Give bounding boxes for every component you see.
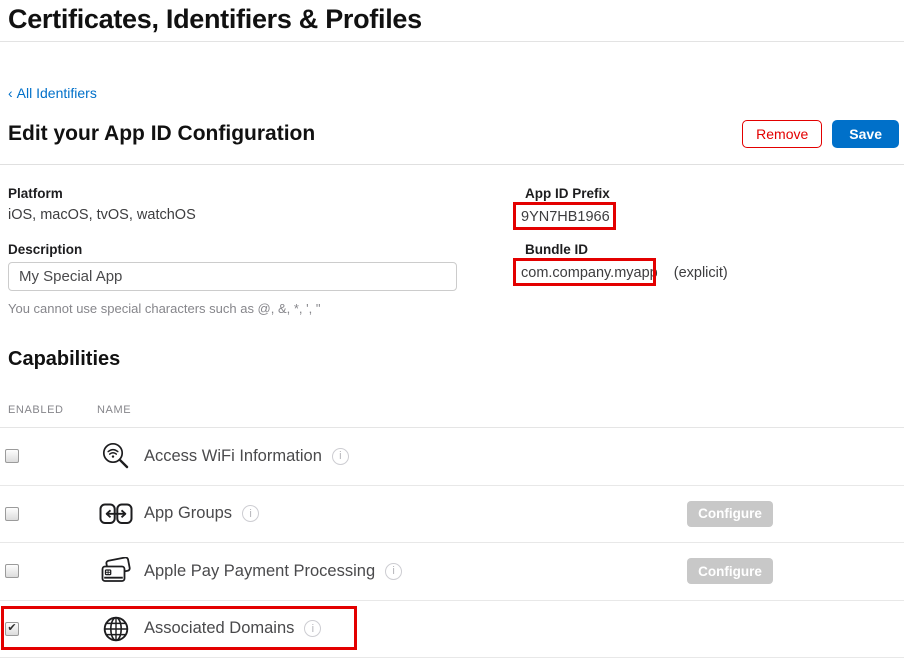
table-row-associated-domains: Associated Domains i <box>0 601 904 659</box>
divider <box>0 41 904 42</box>
capabilities-table: Access WiFi Information i App Groups i C… <box>0 428 904 658</box>
capability-label: Access WiFi Information <box>144 447 322 466</box>
table-row-apple-pay-payment-processing: Apple Pay Payment Processing i Configure <box>0 543 904 601</box>
description-help-text: You cannot use special characters such a… <box>8 301 320 316</box>
divider <box>0 164 904 165</box>
table-row-access-wifi-information: Access WiFi Information i <box>0 428 904 486</box>
description-label: Description <box>8 242 82 257</box>
enabled-checkbox[interactable] <box>5 449 19 463</box>
wifi-search-icon <box>97 441 135 471</box>
capability-label: App Groups <box>144 504 232 523</box>
payment-cards-icon <box>97 557 135 585</box>
section-heading: Edit your App ID Configuration <box>8 122 315 146</box>
description-input[interactable] <box>8 262 457 291</box>
bundle-id-label: Bundle ID <box>525 242 588 257</box>
bundle-id-value: com.company.myapp <box>521 265 658 281</box>
bundle-id-row: com.company.myapp (explicit) <box>521 265 728 281</box>
section-header: Edit your App ID Configuration Remove Sa… <box>8 116 899 152</box>
capability-label: Apple Pay Payment Processing <box>144 562 375 581</box>
back-link-label: All Identifiers <box>17 85 97 101</box>
enabled-checkbox[interactable] <box>5 564 19 578</box>
app-id-prefix-label: App ID Prefix <box>525 186 610 201</box>
info-icon[interactable]: i <box>242 505 259 522</box>
configure-button[interactable]: Configure <box>687 501 773 527</box>
column-header-name: NAME <box>97 404 131 416</box>
page-root: Certificates, Identifiers & Profiles ‹Al… <box>0 0 904 665</box>
column-header-enabled: ENABLED <box>8 404 64 416</box>
app-groups-icon <box>97 502 135 526</box>
info-icon[interactable]: i <box>304 620 321 637</box>
globe-icon <box>97 614 135 644</box>
configure-button[interactable]: Configure <box>687 558 773 584</box>
enabled-checkbox[interactable] <box>5 507 19 521</box>
chevron-left-icon: ‹ <box>8 85 13 101</box>
section-actions: Remove Save <box>742 120 899 148</box>
info-icon[interactable]: i <box>385 563 402 580</box>
app-id-prefix-value: 9YN7HB1966 <box>521 209 610 225</box>
capability-label: Associated Domains <box>144 619 294 638</box>
capabilities-heading: Capabilities <box>8 348 120 371</box>
page-title: Certificates, Identifiers & Profiles <box>8 4 422 35</box>
platform-value: iOS, macOS, tvOS, watchOS <box>8 207 196 223</box>
remove-button[interactable]: Remove <box>742 120 822 148</box>
platform-label: Platform <box>8 186 63 201</box>
enabled-checkbox[interactable] <box>5 622 19 636</box>
table-row-app-groups: App Groups i Configure <box>0 486 904 544</box>
save-button[interactable]: Save <box>832 120 899 148</box>
info-icon[interactable]: i <box>332 448 349 465</box>
bundle-id-suffix: (explicit) <box>674 265 728 281</box>
back-link[interactable]: ‹All Identifiers <box>8 85 97 101</box>
